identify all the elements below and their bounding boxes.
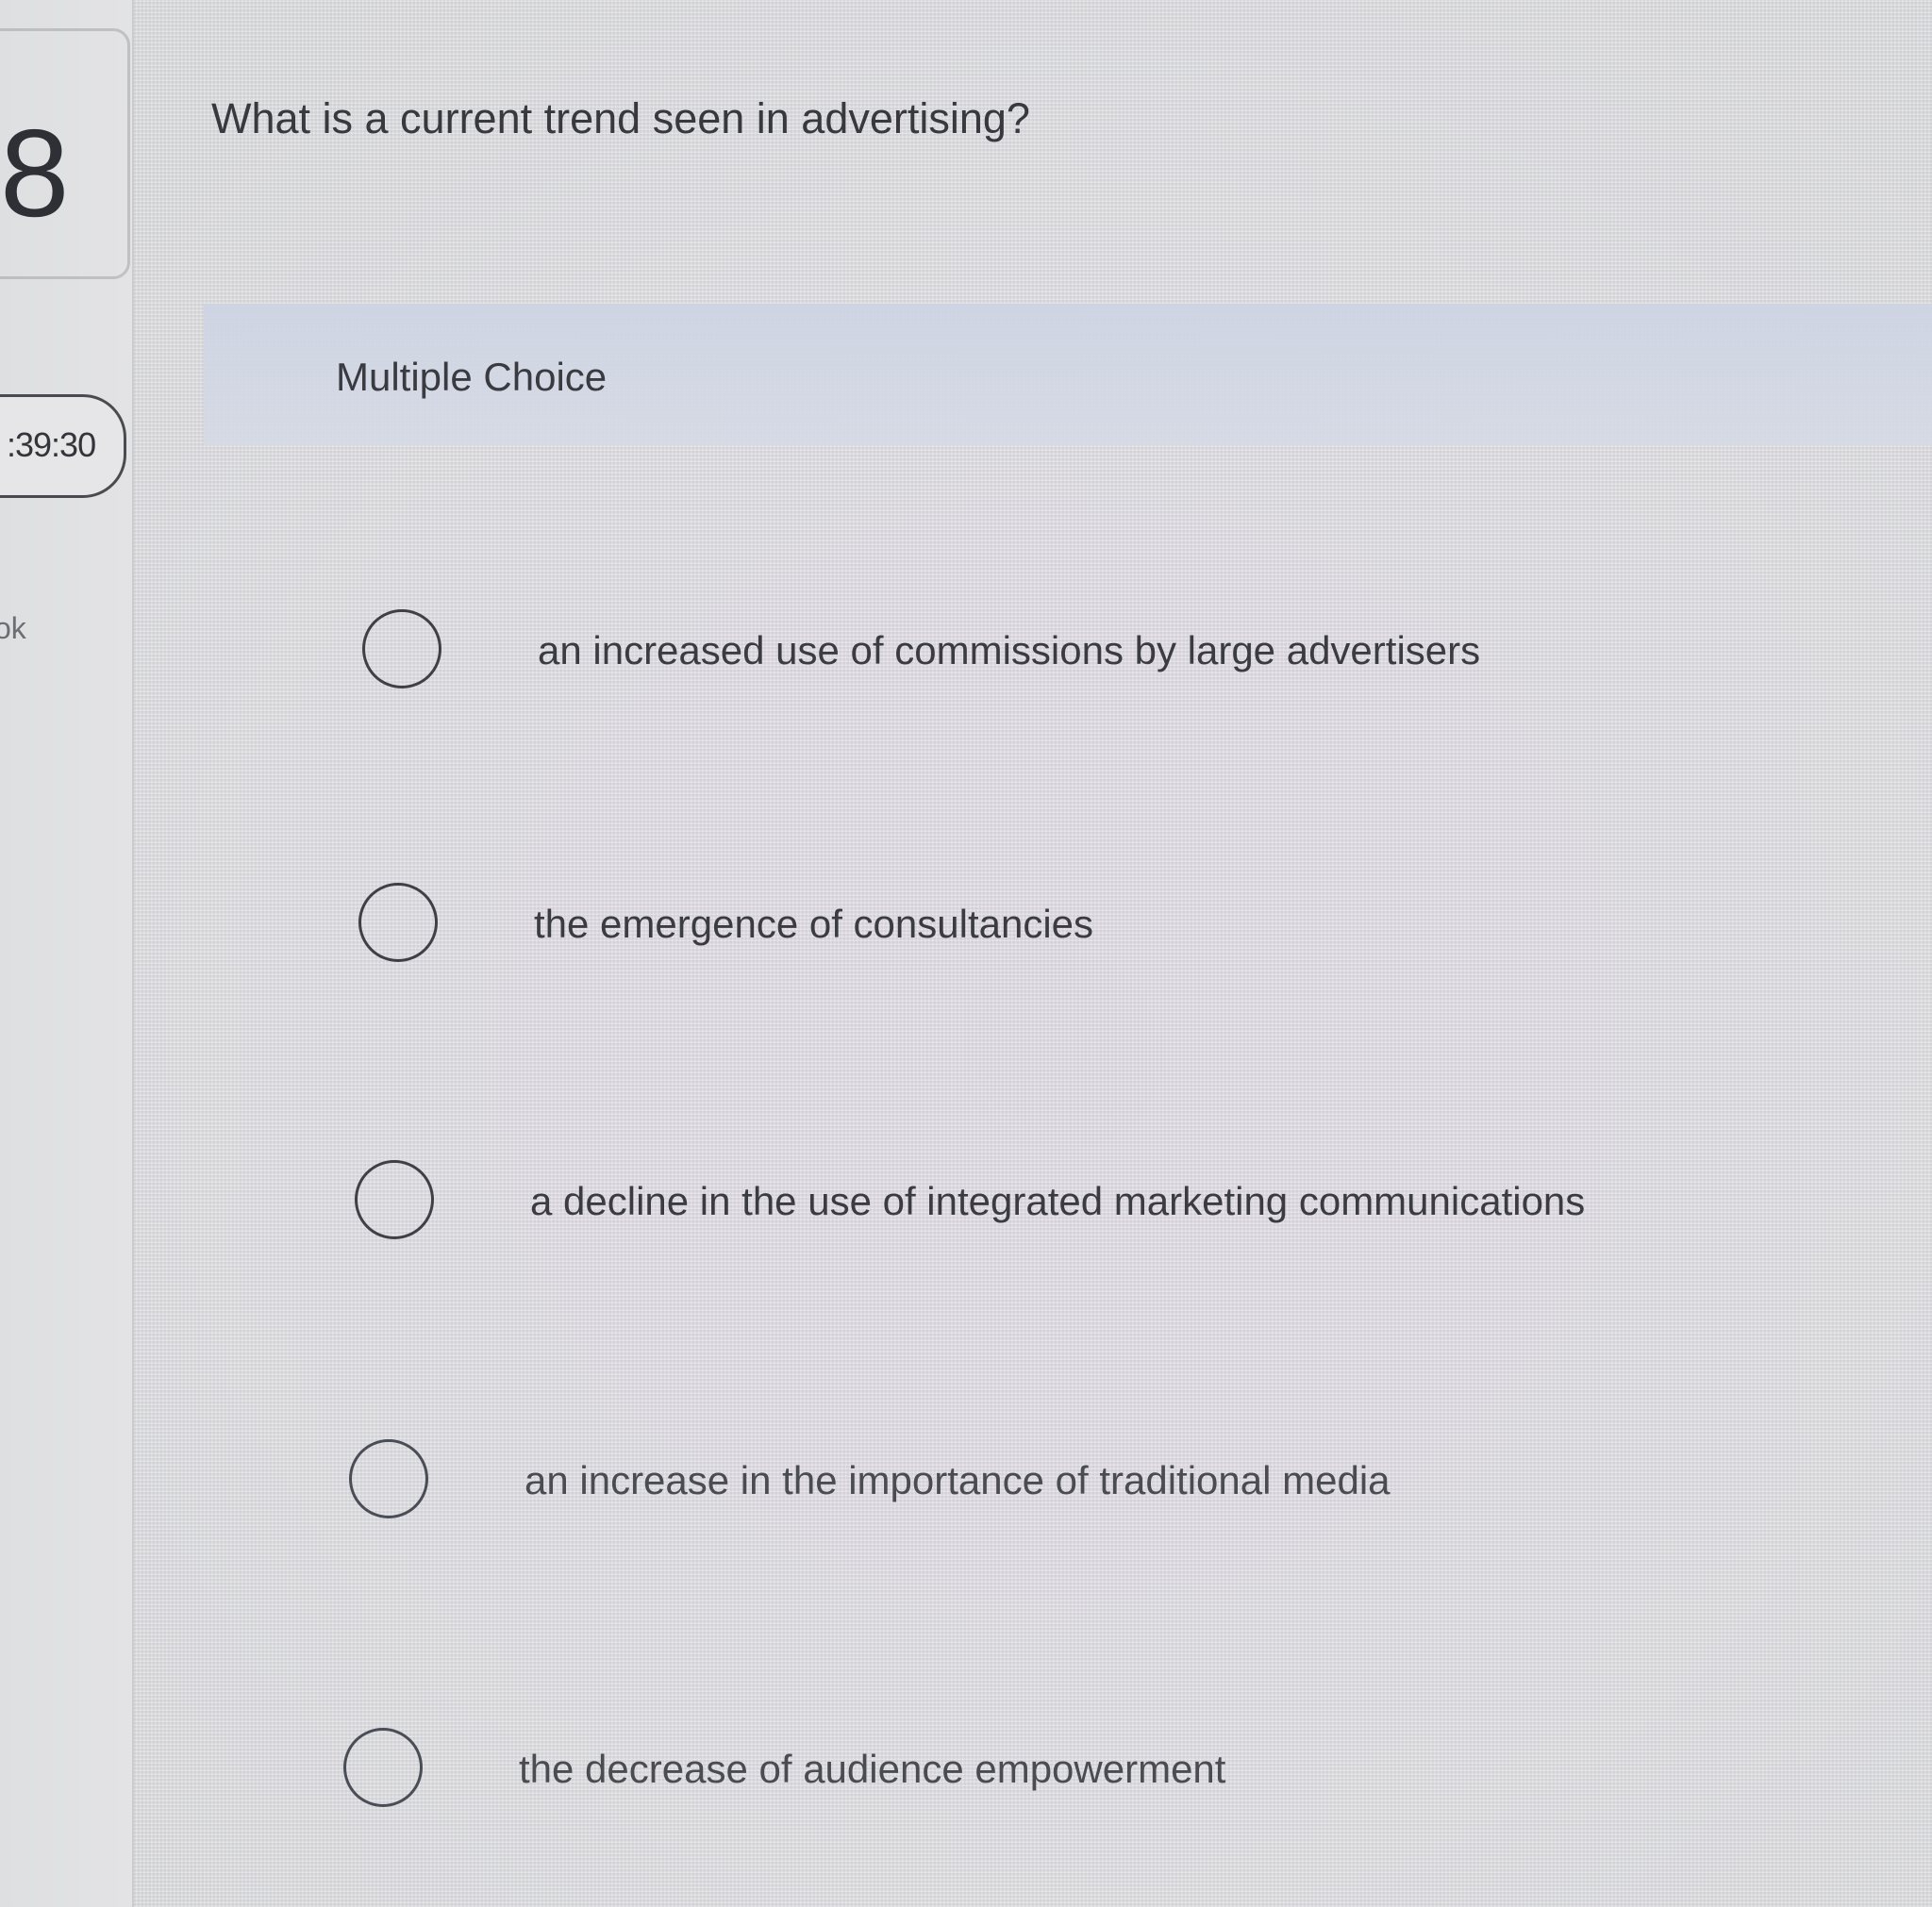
answer-option-label: an increase in the importance of traditi… [525,1458,1391,1502]
timer-text: :39:30 [7,425,96,464]
question-type-label: Multiple Choice [336,355,608,399]
answer-option-label: the emergence of consultancies [534,902,1094,946]
answer-option-label: the decrease of audience empowerment [519,1747,1226,1791]
ebook-link[interactable]: ok [0,611,26,646]
question-prompt: What is a current trend seen in advertis… [211,94,1030,142]
screen-background [0,0,1932,1907]
radio-button-icon[interactable] [343,1728,423,1807]
radio-button-icon[interactable] [355,1160,434,1239]
answer-option-label: a decline in the use of integrated marke… [530,1179,1586,1223]
timer-badge: :39:30 [0,394,126,498]
radio-button-icon[interactable] [358,883,438,962]
question-number: 8 [0,104,70,242]
answer-option-label: an increased use of commissions by large… [538,628,1481,672]
left-sidebar: 8 :39:30 ok [0,0,134,1907]
question-type-header: Multiple Choice [204,304,1932,445]
radio-button-icon[interactable] [349,1439,428,1518]
radio-button-icon[interactable] [362,609,441,688]
